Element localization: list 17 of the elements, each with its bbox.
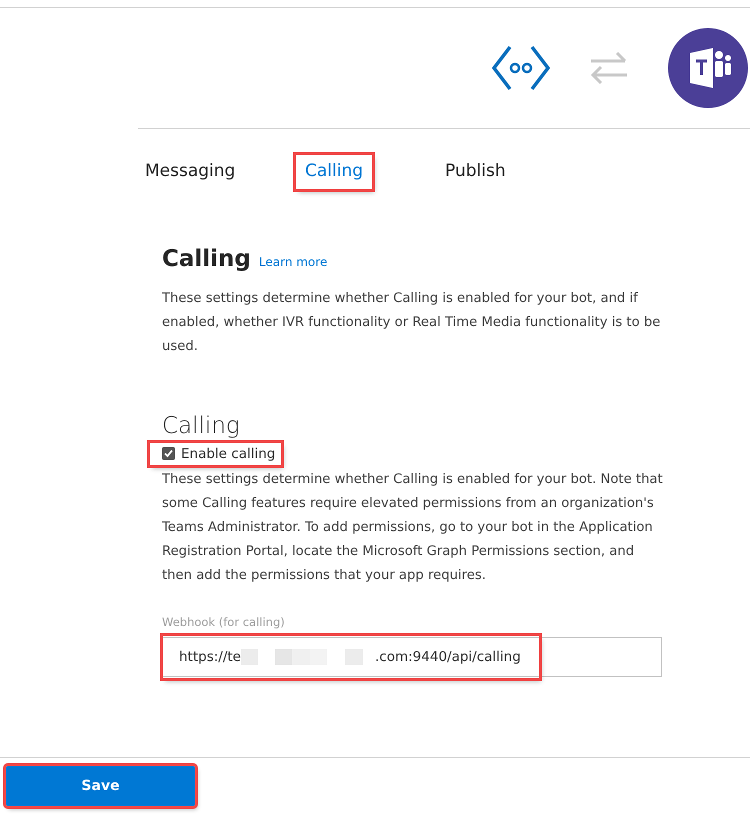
webhook-value-end: .com:9440/api/calling [375, 648, 521, 668]
section-description: These settings determine whether Calling is enabled for your bot, and if enabled, whether IVR functionality or Real Time Media functionality is to be used. [162, 290, 662, 356]
tab[interactable]: Calling [296, 155, 372, 189]
webhook-value-start: https://te [179, 648, 241, 668]
checkbox-label: Enable calling [181, 444, 276, 464]
section-title: Calling [162, 245, 251, 274]
calling-heading: Calling [162, 412, 241, 440]
learn-more-link[interactable]: Learn more [258, 253, 328, 271]
bot-code-icon [492, 45, 550, 91]
calling-note: These settings determine whether Calling is enabled for your bot. Note that some Calling features require elevated permissions from an organization's Teams Administrator. To add permissions, go to your bot in the Application Registration Portal, locate the Microsoft Graph Permissions section, and then add the permissions that your app requires. [162, 471, 664, 586]
webhook-label: Webhook (for calling) [162, 614, 286, 632]
tab[interactable]: Publish [436, 155, 515, 189]
teams-logo-icon [668, 28, 748, 108]
tab[interactable]: Messaging [136, 155, 244, 189]
save-button[interactable]: Save [6, 766, 195, 806]
enable-calling-checkbox[interactable] [162, 447, 175, 460]
swap-arrows-icon [590, 52, 628, 84]
